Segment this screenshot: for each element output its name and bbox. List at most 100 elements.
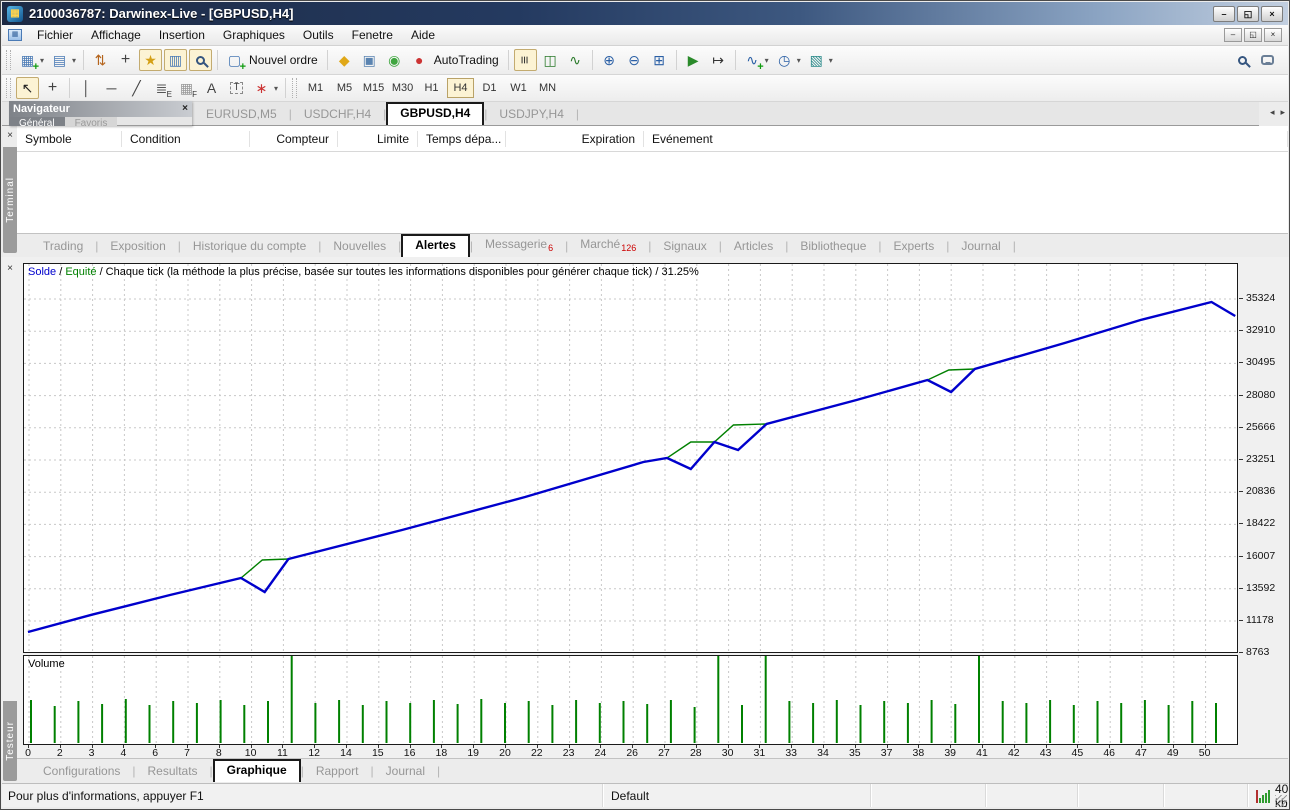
autotrading-button[interactable]: ●	[408, 49, 431, 71]
volume-chart-pane[interactable]: Volume	[23, 655, 1238, 745]
status-profile[interactable]: Default	[602, 784, 870, 807]
trendline-button[interactable]: ╱	[125, 77, 148, 99]
resize-grip[interactable]	[1275, 795, 1287, 807]
chart-tab-gbpusd-h4[interactable]: GBPUSD,H4	[386, 102, 484, 125]
child-restore-icon[interactable]: ◱	[1244, 28, 1262, 42]
chart-tab-usdchf-h4[interactable]: USDCHF,H4	[292, 104, 383, 125]
column-header-evenement[interactable]: Evénement	[644, 131, 1288, 147]
scroll-left-icon[interactable]: ◂	[1270, 107, 1275, 118]
terminal-button[interactable]: ▥	[164, 49, 187, 71]
close-icon[interactable]: ×	[1261, 6, 1283, 22]
market-watch-button[interactable]: ⇅	[89, 49, 112, 71]
menu-graphiques[interactable]: Graphiques	[214, 26, 294, 44]
chat-button[interactable]	[1256, 49, 1279, 71]
timeframe-d1[interactable]: D1	[476, 78, 503, 98]
navigator-title-bar[interactable]: Navigateur ×	[9, 101, 192, 117]
signals-button[interactable]: ◉	[383, 49, 406, 71]
terminal-tab-journal[interactable]: Journal	[949, 236, 1012, 257]
terminal-tab-experts[interactable]: Experts	[882, 236, 947, 257]
child-minimize-icon[interactable]: –	[1224, 28, 1242, 42]
data-window-button[interactable]: +	[114, 49, 137, 71]
chart-shift-button[interactable]: ↦	[707, 49, 730, 71]
new-chart-button[interactable]: ▦+	[16, 49, 39, 71]
navigator-tab-favoris[interactable]: Favoris	[65, 117, 118, 126]
channels-button[interactable]: ▦F	[175, 77, 198, 99]
alerts-table-body[interactable]	[17, 152, 1288, 233]
strategy-tester-button[interactable]	[189, 49, 212, 71]
tester-tab-configurations[interactable]: Configurations	[31, 761, 132, 782]
terminal-tab-nouvelles[interactable]: Nouvelles	[321, 236, 398, 257]
dropdown-arrow-icon[interactable]: ▾	[797, 56, 801, 65]
tester-tab-journal[interactable]: Journal	[374, 761, 437, 782]
terminal-tab-alertes[interactable]: Alertes	[401, 234, 470, 257]
column-header-symbole[interactable]: Symbole	[17, 131, 122, 147]
toolbar-grip[interactable]	[6, 78, 11, 98]
profiles-button[interactable]: ▤	[48, 49, 71, 71]
new-order-button[interactable]: ▢+	[223, 49, 246, 71]
text-button[interactable]: A	[200, 77, 223, 99]
navigator-tab-general[interactable]: Général	[9, 117, 65, 126]
indicators-button[interactable]: ∿+	[741, 49, 764, 71]
dropdown-arrow-icon[interactable]: ▾	[40, 56, 44, 65]
menu-fichier[interactable]: Fichier	[28, 26, 82, 44]
fibonacci-button[interactable]: ≣E	[150, 77, 173, 99]
tester-tab-rapport[interactable]: Rapport	[304, 761, 371, 782]
navigator-button[interactable]: ★	[139, 49, 162, 71]
menu-fenetre[interactable]: Fenetre	[343, 26, 402, 44]
terminal-tab-historique-du-compte[interactable]: Historique du compte	[181, 236, 318, 257]
volume-chart[interactable]	[24, 656, 1237, 744]
arrows-button[interactable]: ∗	[250, 77, 273, 99]
terminal-close-icon[interactable]: ×	[5, 131, 15, 141]
timeframe-m1[interactable]: M1	[302, 78, 329, 98]
navigator-close-icon[interactable]: ×	[182, 104, 188, 114]
balance-chart-pane[interactable]: Solde / Equité / Chaque tick (la méthode…	[23, 263, 1238, 653]
line-chart-button[interactable]: ∿	[564, 49, 587, 71]
column-header-condition[interactable]: Condition	[122, 131, 250, 147]
tester-tab-graphique[interactable]: Graphique	[213, 759, 301, 782]
column-header-temps-depa[interactable]: Temps dépa...	[418, 131, 506, 147]
terminal-vertical-tab[interactable]: Terminal	[3, 147, 17, 253]
timeframe-w1[interactable]: W1	[505, 78, 532, 98]
navigator-panel[interactable]: Navigateur × GénéralFavoris	[9, 101, 192, 126]
chart-tab-eurusd-m5[interactable]: EURUSD,M5	[194, 104, 289, 125]
timeframe-h4[interactable]: H4	[447, 78, 474, 98]
terminal-tab-exposition[interactable]: Exposition	[98, 236, 177, 257]
terminal-tab-marche[interactable]: Marché126	[568, 234, 648, 257]
tester-close-icon[interactable]: ×	[5, 264, 15, 274]
terminal-tab-articles[interactable]: Articles	[722, 236, 785, 257]
vertical-line-button[interactable]: │	[75, 77, 98, 99]
timeframe-m15[interactable]: M15	[360, 78, 387, 98]
cursor-button[interactable]: ↖	[16, 77, 39, 99]
column-header-expiration[interactable]: Expiration	[506, 131, 644, 147]
tile-windows-button[interactable]: ⊞	[648, 49, 671, 71]
zoom-in-button[interactable]: ⊕	[598, 49, 621, 71]
scroll-right-icon[interactable]: ▸	[1280, 107, 1285, 118]
terminal-tab-messagerie[interactable]: Messagerie6	[473, 234, 565, 257]
timeframe-m5[interactable]: M5	[331, 78, 358, 98]
horizontal-line-button[interactable]: ─	[100, 77, 123, 99]
terminal-tab-trading[interactable]: Trading	[31, 236, 95, 257]
tester-vertical-tab[interactable]: Testeur	[3, 701, 17, 781]
restore-icon[interactable]: ◱	[1237, 6, 1259, 22]
menu-outils[interactable]: Outils	[294, 26, 343, 44]
timeframe-m30[interactable]: M30	[389, 78, 416, 98]
column-header-limite[interactable]: Limite	[338, 131, 418, 147]
zoom-out-button[interactable]: ⊖	[623, 49, 646, 71]
tester-tab-resultats[interactable]: Resultats	[136, 761, 210, 782]
timeframe-h1[interactable]: H1	[418, 78, 445, 98]
balance-equity-chart[interactable]	[24, 264, 1237, 652]
dropdown-arrow-icon[interactable]: ▾	[829, 56, 833, 65]
toolbar-grip[interactable]	[292, 78, 297, 98]
metaeditor-button[interactable]: ▣	[358, 49, 381, 71]
dropdown-arrow-icon[interactable]: ▾	[72, 56, 76, 65]
dropdown-arrow-icon[interactable]: ▾	[765, 56, 769, 65]
column-header-compteur[interactable]: Compteur	[250, 131, 338, 147]
chart-tab-usdjpy-h4[interactable]: USDJPY,H4	[487, 104, 575, 125]
timeframe-mn[interactable]: MN	[534, 78, 561, 98]
templates-button[interactable]: ▧	[805, 49, 828, 71]
crosshair-button[interactable]: +	[41, 77, 64, 99]
bar-chart-button[interactable]: ≡	[514, 49, 537, 71]
menu-affichage[interactable]: Affichage	[82, 26, 150, 44]
child-close-icon[interactable]: ×	[1264, 28, 1282, 42]
terminal-tab-signaux[interactable]: Signaux	[651, 236, 718, 257]
